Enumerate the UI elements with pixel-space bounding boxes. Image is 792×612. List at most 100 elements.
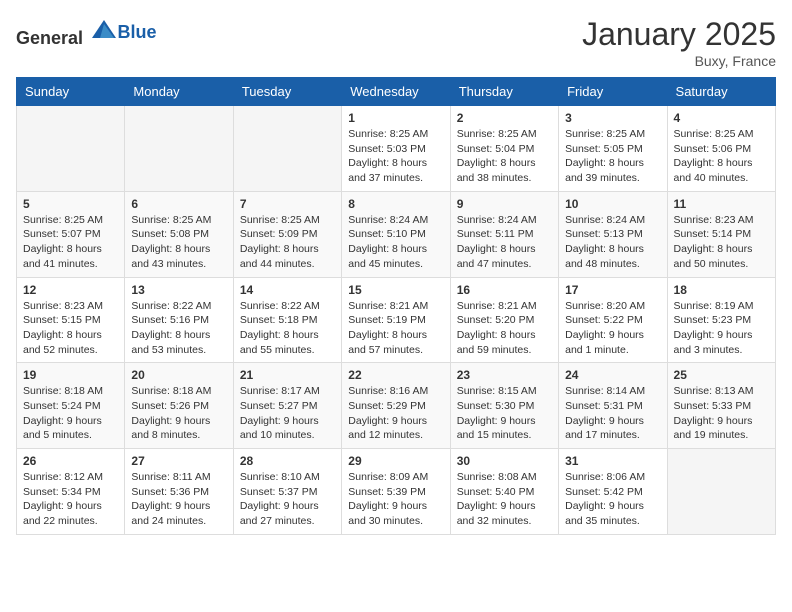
- calendar-body: 1 Sunrise: 8:25 AM Sunset: 5:03 PM Daylig…: [17, 106, 776, 535]
- calendar-week-row: 5 Sunrise: 8:25 AM Sunset: 5:07 PM Daylig…: [17, 191, 776, 277]
- day-number: 6: [131, 197, 226, 211]
- calendar-cell: 14 Sunrise: 8:22 AM Sunset: 5:18 PM Dayli…: [233, 277, 341, 363]
- calendar-cell: 2 Sunrise: 8:25 AM Sunset: 5:04 PM Daylig…: [450, 106, 558, 192]
- logo: General Blue: [16, 16, 157, 49]
- day-info: Sunrise: 8:17 AM Sunset: 5:27 PM Dayligh…: [240, 384, 335, 443]
- calendar-cell: 19Sunrise: 8:18 AM Sunset: 5:24 PM Dayli…: [17, 363, 125, 449]
- day-info: Sunrise: 8:10 AM Sunset: 5:37 PM Dayligh…: [240, 470, 335, 529]
- calendar-cell: 5 Sunrise: 8:25 AM Sunset: 5:07 PM Daylig…: [17, 191, 125, 277]
- day-info: Sunrise: 8:13 AM Sunset: 5:33 PM Dayligh…: [674, 384, 769, 443]
- day-number: 17: [565, 283, 660, 297]
- calendar-cell: [667, 449, 775, 535]
- day-number: 1: [348, 111, 443, 125]
- weekday-header-row: SundayMondayTuesdayWednesdayThursdayFrid…: [17, 78, 776, 106]
- day-number: 28: [240, 454, 335, 468]
- day-info: Sunrise: 8:11 AM Sunset: 5:36 PM Dayligh…: [131, 470, 226, 529]
- calendar-week-row: 1 Sunrise: 8:25 AM Sunset: 5:03 PM Daylig…: [17, 106, 776, 192]
- day-number: 5: [23, 197, 118, 211]
- calendar-cell: 30 Sunrise: 8:08 AM Sunset: 5:40 PM Dayli…: [450, 449, 558, 535]
- calendar-cell: 31 Sunrise: 8:06 AM Sunset: 5:42 PM Dayli…: [559, 449, 667, 535]
- day-number: 23: [457, 368, 552, 382]
- day-number: 8: [348, 197, 443, 211]
- day-number: 11: [674, 197, 769, 211]
- calendar-cell: 13 Sunrise: 8:22 AM Sunset: 5:16 PM Dayli…: [125, 277, 233, 363]
- day-info: Sunrise: 8:14 AM Sunset: 5:31 PM Dayligh…: [565, 384, 660, 443]
- calendar-cell: 28 Sunrise: 8:10 AM Sunset: 5:37 PM Dayli…: [233, 449, 341, 535]
- day-info: Sunrise: 8:09 AM Sunset: 5:39 PM Dayligh…: [348, 470, 443, 529]
- day-info: Sunrise: 8:21 AM Sunset: 5:19 PM Dayligh…: [348, 299, 443, 358]
- calendar-cell: 16 Sunrise: 8:21 AM Sunset: 5:20 PM Dayli…: [450, 277, 558, 363]
- calendar-cell: 11Sunrise: 8:23 AM Sunset: 5:14 PM Dayli…: [667, 191, 775, 277]
- day-info: Sunrise: 8:23 AM Sunset: 5:15 PM Dayligh…: [23, 299, 118, 358]
- day-info: Sunrise: 8:25 AM Sunset: 5:06 PM Dayligh…: [674, 127, 769, 186]
- day-number: 20: [131, 368, 226, 382]
- day-info: Sunrise: 8:16 AM Sunset: 5:29 PM Dayligh…: [348, 384, 443, 443]
- page-header: General Blue January 2025 Buxy, France: [16, 16, 776, 69]
- day-info: Sunrise: 8:22 AM Sunset: 5:16 PM Dayligh…: [131, 299, 226, 358]
- day-info: Sunrise: 8:24 AM Sunset: 5:13 PM Dayligh…: [565, 213, 660, 272]
- day-number: 14: [240, 283, 335, 297]
- calendar-cell: 18 Sunrise: 8:19 AM Sunset: 5:23 PM Dayli…: [667, 277, 775, 363]
- day-info: Sunrise: 8:24 AM Sunset: 5:10 PM Dayligh…: [348, 213, 443, 272]
- calendar-cell: 24Sunrise: 8:14 AM Sunset: 5:31 PM Dayli…: [559, 363, 667, 449]
- weekday-header-cell: Tuesday: [233, 78, 341, 106]
- day-info: Sunrise: 8:25 AM Sunset: 5:04 PM Dayligh…: [457, 127, 552, 186]
- day-number: 15: [348, 283, 443, 297]
- day-number: 29: [348, 454, 443, 468]
- day-info: Sunrise: 8:12 AM Sunset: 5:34 PM Dayligh…: [23, 470, 118, 529]
- day-number: 10: [565, 197, 660, 211]
- calendar-cell: 22 Sunrise: 8:16 AM Sunset: 5:29 PM Dayli…: [342, 363, 450, 449]
- day-info: Sunrise: 8:08 AM Sunset: 5:40 PM Dayligh…: [457, 470, 552, 529]
- calendar-cell: 17 Sunrise: 8:20 AM Sunset: 5:22 PM Dayli…: [559, 277, 667, 363]
- logo-general-text: General: [16, 28, 83, 48]
- calendar-cell: 15 Sunrise: 8:21 AM Sunset: 5:19 PM Dayli…: [342, 277, 450, 363]
- location: Buxy, France: [582, 53, 776, 69]
- calendar-cell: 27 Sunrise: 8:11 AM Sunset: 5:36 PM Dayli…: [125, 449, 233, 535]
- calendar-cell: 26 Sunrise: 8:12 AM Sunset: 5:34 PM Dayli…: [17, 449, 125, 535]
- calendar-table: SundayMondayTuesdayWednesdayThursdayFrid…: [16, 77, 776, 535]
- calendar-cell: 6 Sunrise: 8:25 AM Sunset: 5:08 PM Daylig…: [125, 191, 233, 277]
- day-info: Sunrise: 8:19 AM Sunset: 5:23 PM Dayligh…: [674, 299, 769, 358]
- logo-icon: [90, 16, 118, 44]
- day-number: 27: [131, 454, 226, 468]
- calendar-cell: 7Sunrise: 8:25 AM Sunset: 5:09 PM Daylig…: [233, 191, 341, 277]
- calendar-cell: 9 Sunrise: 8:24 AM Sunset: 5:11 PM Daylig…: [450, 191, 558, 277]
- month-title: January 2025: [582, 16, 776, 53]
- weekday-header-cell: Wednesday: [342, 78, 450, 106]
- day-number: 16: [457, 283, 552, 297]
- day-number: 4: [674, 111, 769, 125]
- day-number: 18: [674, 283, 769, 297]
- day-number: 12: [23, 283, 118, 297]
- day-number: 31: [565, 454, 660, 468]
- calendar-cell: 3Sunrise: 8:25 AM Sunset: 5:05 PM Daylig…: [559, 106, 667, 192]
- day-info: Sunrise: 8:25 AM Sunset: 5:08 PM Dayligh…: [131, 213, 226, 272]
- day-info: Sunrise: 8:06 AM Sunset: 5:42 PM Dayligh…: [565, 470, 660, 529]
- day-number: 9: [457, 197, 552, 211]
- calendar-week-row: 12 Sunrise: 8:23 AM Sunset: 5:15 PM Dayli…: [17, 277, 776, 363]
- day-info: Sunrise: 8:24 AM Sunset: 5:11 PM Dayligh…: [457, 213, 552, 272]
- day-info: Sunrise: 8:21 AM Sunset: 5:20 PM Dayligh…: [457, 299, 552, 358]
- calendar-cell: 12 Sunrise: 8:23 AM Sunset: 5:15 PM Dayli…: [17, 277, 125, 363]
- day-info: Sunrise: 8:15 AM Sunset: 5:30 PM Dayligh…: [457, 384, 552, 443]
- day-info: Sunrise: 8:25 AM Sunset: 5:07 PM Dayligh…: [23, 213, 118, 272]
- weekday-header-cell: Thursday: [450, 78, 558, 106]
- calendar-cell: 10 Sunrise: 8:24 AM Sunset: 5:13 PM Dayli…: [559, 191, 667, 277]
- weekday-header-cell: Sunday: [17, 78, 125, 106]
- day-number: 13: [131, 283, 226, 297]
- day-info: Sunrise: 8:20 AM Sunset: 5:22 PM Dayligh…: [565, 299, 660, 358]
- day-number: 22: [348, 368, 443, 382]
- logo-blue-text: Blue: [118, 22, 157, 42]
- calendar-week-row: 19Sunrise: 8:18 AM Sunset: 5:24 PM Dayli…: [17, 363, 776, 449]
- weekday-header-cell: Saturday: [667, 78, 775, 106]
- calendar-cell: 29 Sunrise: 8:09 AM Sunset: 5:39 PM Dayli…: [342, 449, 450, 535]
- calendar-cell: 4 Sunrise: 8:25 AM Sunset: 5:06 PM Daylig…: [667, 106, 775, 192]
- calendar-cell: 20Sunrise: 8:18 AM Sunset: 5:26 PM Dayli…: [125, 363, 233, 449]
- day-number: 26: [23, 454, 118, 468]
- title-block: January 2025 Buxy, France: [582, 16, 776, 69]
- calendar-cell: [17, 106, 125, 192]
- day-number: 30: [457, 454, 552, 468]
- calendar-cell: 21Sunrise: 8:17 AM Sunset: 5:27 PM Dayli…: [233, 363, 341, 449]
- day-number: 2: [457, 111, 552, 125]
- day-info: Sunrise: 8:25 AM Sunset: 5:03 PM Dayligh…: [348, 127, 443, 186]
- day-info: Sunrise: 8:22 AM Sunset: 5:18 PM Dayligh…: [240, 299, 335, 358]
